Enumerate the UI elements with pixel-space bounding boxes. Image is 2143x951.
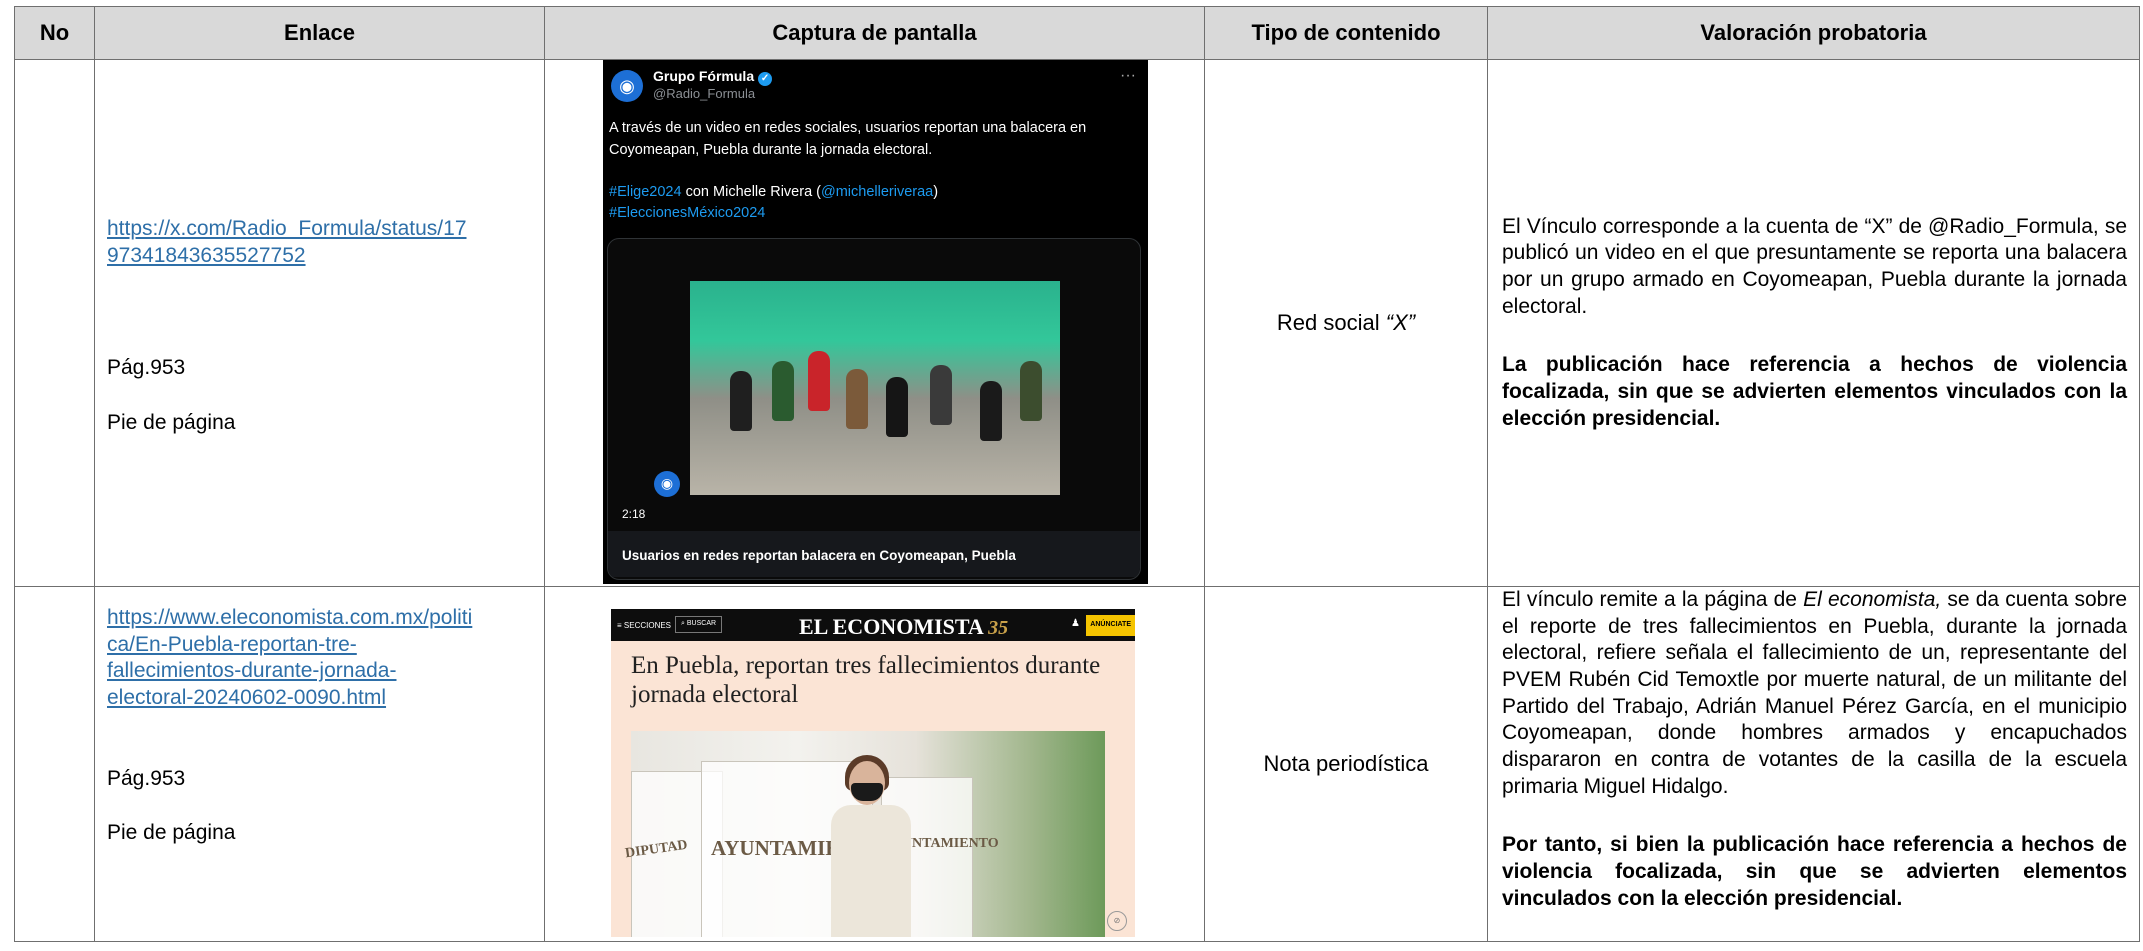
el-economista-logo: EL ECONOMISTA 35 (799, 614, 1009, 639)
tweet-video-card: ◉ 2:18 Usuarios en redes reportan balace… (607, 238, 1141, 580)
news-header-bar: ≡ SECCIONES ⌕ BUSCAR EL ECONOMISTA 35 ♟ … (611, 609, 1135, 641)
video-duration: 2:18 (622, 507, 646, 521)
header-type: Tipo de contenido (1204, 6, 1488, 60)
ad-marker-icon: ⊘ (1107, 911, 1127, 931)
link-cell: https://x.com/Radio_Formula/status/17 973… (94, 59, 545, 587)
footnote-label: Pie de página (107, 410, 236, 434)
content-type: Nota periodística (1204, 586, 1488, 942)
news-photo: DIPUTAD AYUNTAMIENTO AYUNTAMIENTO (624, 731, 1105, 937)
tweet-handle: @Radio_Formula (653, 86, 756, 101)
footnote-label: Pie de página (107, 821, 236, 845)
page-reference: Pág.953 (107, 356, 186, 380)
valuation-cell: El vínculo remite a la página de El econ… (1487, 586, 2140, 942)
valuation-cell: El Vínculo corresponde a la cuenta de “X… (1487, 59, 2140, 587)
user-icon: ♟ (1071, 618, 1080, 629)
evidence-link[interactable]: https://www.eleconomista.com.mx/politi ca… (107, 605, 532, 712)
video-caption: Usuarios en redes reportan balacera en C… (608, 531, 1140, 577)
voter-figure (831, 755, 911, 937)
valuation-conclusion: Por tanto, si bien la publicación hace r… (1502, 833, 2127, 910)
news-screenshot: ≡ SECCIONES ⌕ BUSCAR EL ECONOMISTA 35 ♟ … (611, 609, 1135, 937)
tweet-screenshot: ◉ Grupo Fórmula ✓ @Radio_Formula ··· A tr… (603, 60, 1148, 584)
news-headline: En Puebla, reportan tres fallecimientos … (631, 652, 1101, 709)
tweet-account-name: Grupo Fórmula ✓ (653, 68, 773, 86)
advertise-button: ANÚNCIATE (1086, 615, 1135, 636)
video-logo-icon: ◉ (654, 471, 680, 497)
header-row: No Enlace Captura de pantalla Tipo de co… (14, 6, 2140, 60)
tweet-text: A través de un video en redes sociales, … (609, 120, 1087, 158)
screenshot-cell: ◉ Grupo Fórmula ✓ @Radio_Formula ··· A tr… (544, 59, 1205, 587)
search-box: ⌕ BUSCAR (675, 616, 723, 633)
table-row: https://www.eleconomista.com.mx/politi ca… (14, 586, 2140, 942)
link-cell: https://www.eleconomista.com.mx/politi ca… (94, 586, 545, 942)
valuation-text: El vínculo remite a la página de El econ… (1502, 588, 2127, 798)
valuation-conclusion: La publicación hace referencia a hechos … (1502, 353, 2127, 430)
tweet-hashtags: #Elige2024 con Michelle Rivera (@michell… (609, 184, 939, 222)
row-number (14, 586, 95, 942)
valuation-text: El Vínculo corresponde a la cuenta de “X… (1502, 214, 2127, 318)
header-no: No (14, 6, 95, 60)
row-number (14, 59, 95, 587)
evidence-table: No Enlace Captura de pantalla Tipo de co… (14, 6, 2140, 942)
grupo-formula-avatar-icon: ◉ (611, 70, 643, 102)
screenshot-cell: ≡ SECCIONES ⌕ BUSCAR EL ECONOMISTA 35 ♟ … (544, 586, 1205, 942)
table-row: https://x.com/Radio_Formula/status/17 973… (14, 59, 2140, 587)
content-type: Red social “X” (1204, 59, 1488, 587)
more-options-icon: ··· (1120, 67, 1136, 84)
header-link: Enlace (94, 6, 545, 60)
verified-badge-icon: ✓ (758, 72, 773, 86)
video-thumbnail (690, 281, 1060, 495)
header-capture: Captura de pantalla (544, 6, 1205, 60)
header-valuation: Valoración probatoria (1487, 6, 2140, 60)
evidence-link[interactable]: https://x.com/Radio_Formula/status/17 973… (107, 216, 532, 269)
page-reference: Pág.953 (107, 766, 186, 790)
sections-menu: ≡ SECCIONES (617, 621, 672, 630)
